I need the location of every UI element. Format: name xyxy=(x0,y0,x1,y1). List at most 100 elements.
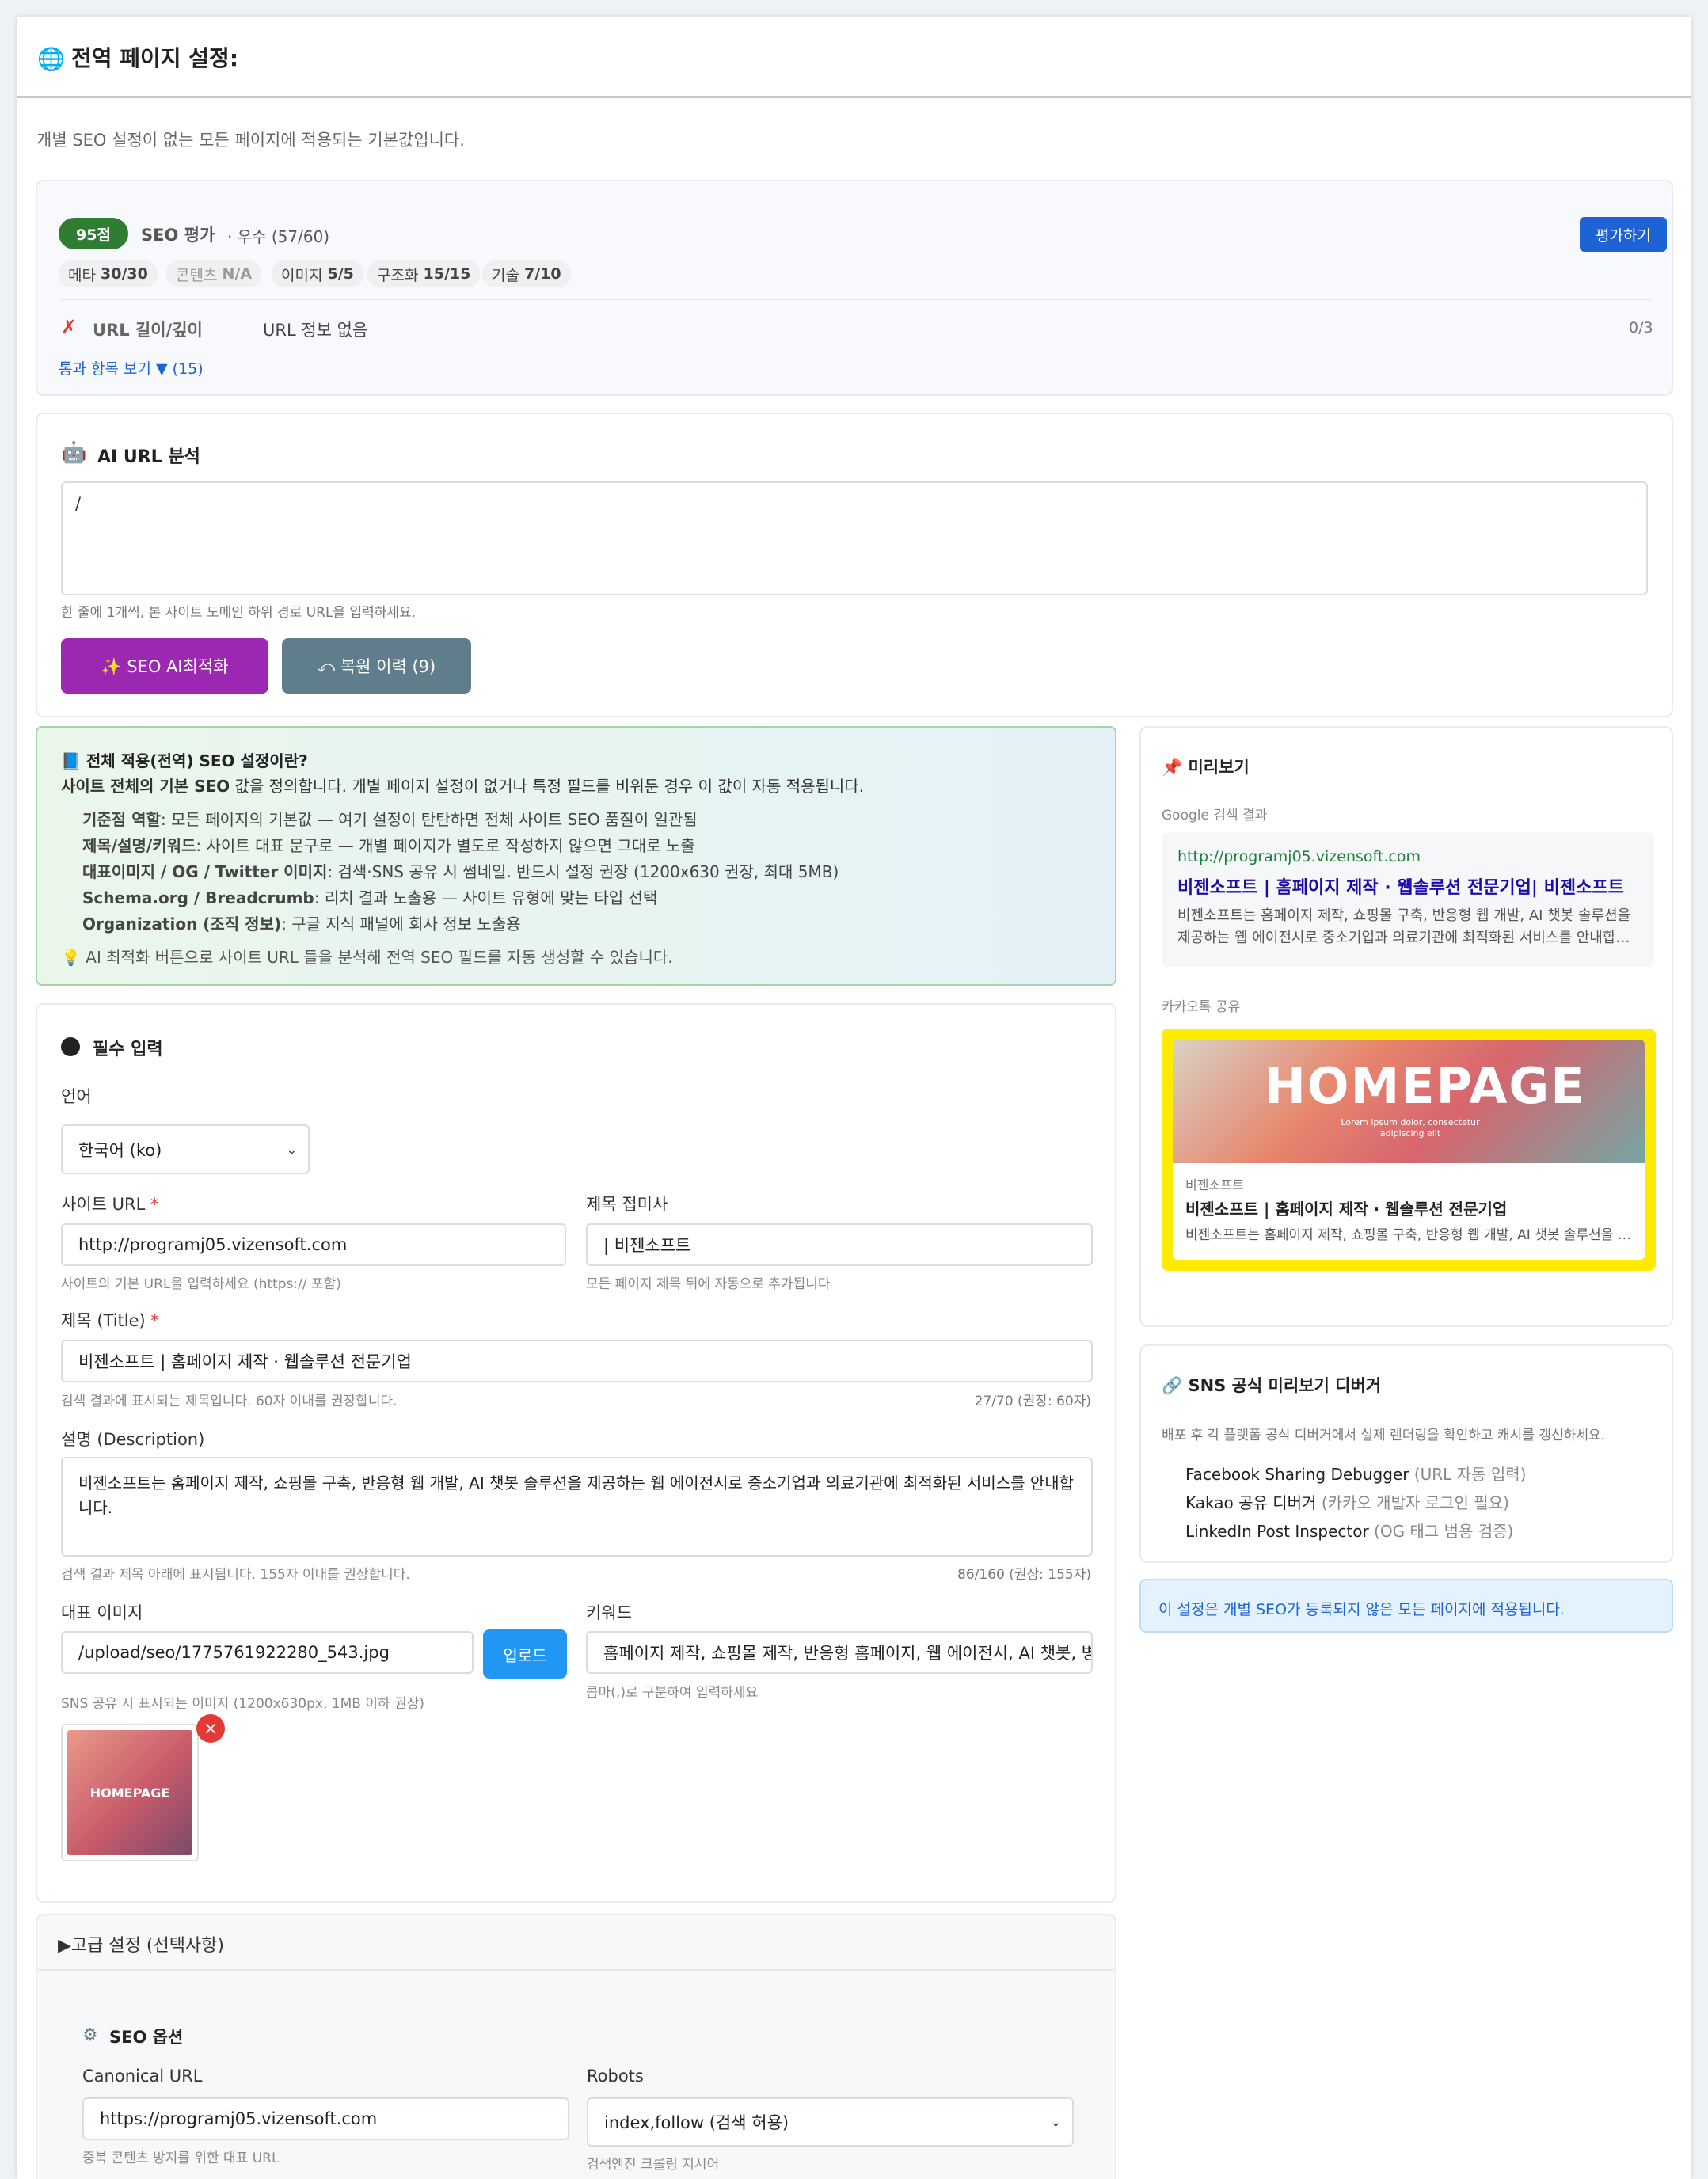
site-url-hint: 사이트의 기본 URL을 입력하세요 (https:// 포함) xyxy=(61,1276,341,1292)
info-lead: 사이트 전체의 기본 SEO 값을 정의합니다. 개별 페이지 설정이 없거나 … xyxy=(61,777,865,796)
facebook-debugger-link[interactable]: Facebook Sharing Debugger (URL 자동 입력) xyxy=(1185,1462,1526,1485)
description-textarea[interactable]: 비젠소프트는 홈페이지 제작, 쇼핑몰 구축, 반응형 웹 개발, AI 챗봇 … xyxy=(61,1457,1093,1557)
pill-image: 이미지 5/5 xyxy=(272,260,363,287)
image-hint: SNS 공유 시 표시되는 이미지 (1200x630px, 1MB 이하 권장… xyxy=(61,1696,424,1712)
preview-title: 📌 미리보기 xyxy=(1162,758,1250,777)
evaluate-button[interactable]: 평가하기 xyxy=(1580,217,1667,252)
seo-eval-grade: · 우수 (57/60) xyxy=(227,227,330,246)
pill-content: 콘텐츠 N/A xyxy=(166,260,262,287)
kakao-preview: HOMEPAGE Lorem ipsum dolor, consectetur … xyxy=(1162,1029,1656,1271)
canonical-label: Canonical URL xyxy=(82,2067,203,2086)
suffix-input[interactable]: | 비젠소프트 xyxy=(586,1223,1093,1266)
upload-button[interactable]: 업로드 xyxy=(483,1629,567,1679)
section-title: 필수 입력 xyxy=(93,1040,163,1059)
close-icon: × xyxy=(203,1718,219,1739)
seo-eval-label: SEO 평가 xyxy=(141,226,215,245)
thumbnail-image: HOMEPAGE xyxy=(67,1730,192,1855)
language-select[interactable]: 한국어 (ko) ⌄ xyxy=(61,1124,310,1174)
description-hint: 검색 결과 제목 아래에 표시됩니다. 155자 이내를 권장합니다. xyxy=(61,1567,410,1583)
remove-image-button[interactable]: × xyxy=(196,1714,225,1743)
google-title: 비젠소프트 | 홈페이지 제작 · 웹솔루션 전문기업| 비젠소프트 xyxy=(1177,878,1624,898)
ai-card-title: AI URL 분석 xyxy=(97,447,200,467)
page-header: 🌐 전역 페이지 설정: xyxy=(17,17,1691,98)
keywords-label: 키워드 xyxy=(586,1603,632,1622)
suffix-label: 제목 접미사 xyxy=(586,1195,668,1214)
required-input-card: 필수 입력 언어 한국어 (ko) ⌄ 사이트 URL * http://prog… xyxy=(36,1003,1116,1903)
fail-item-detail: URL 정보 없음 xyxy=(263,321,368,340)
page-subtitle: 개별 SEO 설정이 없는 모든 페이지에 적용되는 기본값입니다. xyxy=(36,131,465,150)
pill-meta: 메타 30/30 xyxy=(59,260,158,287)
sns-desc: 배포 후 각 플랫폼 공식 디버거에서 실제 렌더링을 확인하고 캐시를 갱신하… xyxy=(1162,1428,1605,1443)
restore-history-button[interactable]: ⤺ 복원 이력 (9) xyxy=(282,638,471,694)
advanced-toggle[interactable]: ▶고급 설정 (선택사항) xyxy=(37,1915,1115,1971)
canonical-hint: 중복 콘텐츠 방지를 위한 대표 URL xyxy=(82,2150,280,2166)
google-url: http://programj05.vizensoft.com xyxy=(1177,848,1421,865)
page-title: 전역 페이지 설정: xyxy=(71,45,239,71)
title-hint: 검색 결과에 표시되는 제목입니다. 60자 이내를 권장합니다. xyxy=(61,1394,398,1409)
info-tip: 💡 AI 최적화 버튼으로 사이트 URL 들을 분석해 전역 SEO 필드를 … xyxy=(61,948,673,967)
google-label: Google 검색 결과 xyxy=(1162,808,1268,823)
kakao-card: HOMEPAGE Lorem ipsum dolor, consectetur … xyxy=(1173,1040,1645,1260)
kakao-image: HOMEPAGE Lorem ipsum dolor, consectetur … xyxy=(1173,1040,1645,1163)
settings-panel: 🌐 전역 페이지 설정: 개별 SEO 설정이 없는 모든 페이지에 적용되는 … xyxy=(17,17,1691,2179)
passed-items-link[interactable]: 통과 항목 보기 ▼ (15) xyxy=(59,357,204,378)
info-item: 대표이미지 / OG / Twitter 이미지: 검색·SNS 공유 시 썸네… xyxy=(82,862,839,881)
canonical-input[interactable]: https://programj05.vizensoft.com xyxy=(82,2097,569,2140)
pill-structure: 구조화 15/15 xyxy=(367,260,481,287)
score-badge: 95점 xyxy=(59,218,128,249)
keywords-hint: 콤마(,)로 구분하여 입력하세요 xyxy=(586,1685,759,1701)
preview-card: 📌 미리보기 Google 검색 결과 http://programj05.vi… xyxy=(1139,726,1673,1327)
google-preview: http://programj05.vizensoft.com 비젠소프트 | … xyxy=(1162,832,1654,967)
title-input[interactable]: 비젠소프트 | 홈페이지 제작 · 웹솔루션 전문기업 xyxy=(61,1340,1093,1382)
info-item: 제목/설명/키워드: 사이트 대표 문구로 — 개별 페이지가 별도로 작성하지… xyxy=(82,836,695,855)
image-label: 대표 이미지 xyxy=(61,1603,143,1622)
title-char-count: 27/70 (권장: 60자) xyxy=(974,1394,1091,1409)
site-url-input[interactable]: http://programj05.vizensoft.com xyxy=(61,1223,566,1266)
global-apply-notice: 이 설정은 개별 SEO가 등록되지 않은 모든 페이지에 적용됩니다. xyxy=(1139,1579,1673,1633)
fail-icon: ✗ xyxy=(61,316,78,338)
advanced-settings-panel: ▶고급 설정 (선택사항) ⚙ SEO 옵션 Canonical URL htt… xyxy=(36,1914,1116,2179)
site-url-label: 사이트 URL * xyxy=(61,1195,159,1214)
globe-icon: 🌐 xyxy=(37,46,65,72)
url-textarea-hint: 한 줄에 1개씩, 본 사이트 도메인 하위 경로 URL을 입력하세요. xyxy=(61,605,417,621)
chevron-down-icon: ⌄ xyxy=(1050,2114,1061,2130)
kakao-label: 카카오톡 공유 xyxy=(1162,999,1241,1015)
language-label: 언어 xyxy=(61,1087,92,1106)
thumbnail-text: HOMEPAGE xyxy=(89,1785,170,1801)
pill-tech: 기술 7/10 xyxy=(482,260,571,287)
image-path-input[interactable]: /upload/seo/1775761922280_543.jpg xyxy=(61,1631,474,1674)
info-item: Schema.org / Breadcrumb: 리치 결과 노출용 — 사이트… xyxy=(82,888,658,907)
kakao-image-sub: Lorem ipsum dolor, consectetur adipiscin… xyxy=(1341,1117,1480,1139)
linkedin-inspector-link[interactable]: LinkedIn Post Inspector (OG 태그 범용 검증) xyxy=(1185,1519,1513,1542)
chevron-down-icon: ⌄ xyxy=(286,1142,297,1157)
url-textarea[interactable]: / xyxy=(61,481,1648,595)
kakao-debugger-link[interactable]: Kakao 공유 디버거 (카카오 개발자 로그인 필요) xyxy=(1185,1490,1509,1513)
image-thumbnail-frame: HOMEPAGE xyxy=(61,1724,199,1861)
description-char-count: 86/160 (권장: 155자) xyxy=(957,1567,1091,1583)
google-desc: 비젠소프트는 홈페이지 제작, 쇼핑몰 구축, 반응형 웹 개발, AI 챗봇 … xyxy=(1177,907,1631,946)
kakao-desc: 비젠소프트는 홈페이지 제작, 쇼핑몰 구축, 반응형 웹 개발, AI 챗봇 … xyxy=(1185,1227,1631,1243)
seo-eval-card: 95점 SEO 평가 · 우수 (57/60) 평가하기 메타 30/30 콘텐… xyxy=(36,180,1673,396)
info-title: 📘 전체 적용(전역) SEO 설정이란? xyxy=(61,751,308,770)
global-seo-info-box: 📘 전체 적용(전역) SEO 설정이란? 사이트 전체의 기본 SEO 값을 … xyxy=(36,726,1116,986)
title-label: 제목 (Title) * xyxy=(61,1311,159,1330)
seo-options-title: SEO 옵션 xyxy=(109,2028,184,2047)
kakao-site: 비젠소프트 xyxy=(1185,1177,1244,1192)
keywords-input[interactable]: 홈페이지 제작, 쇼핑몰 제작, 반응형 홈페이지, 웹 에이전시, AI 챗봇… xyxy=(586,1631,1093,1674)
dot-icon xyxy=(61,1037,80,1056)
seo-ai-optimize-button[interactable]: ✨ SEO AI최적화 xyxy=(61,638,268,694)
info-item: Organization (조직 정보): 구글 지식 패널에 회사 정보 노출… xyxy=(82,915,521,934)
fail-item-name: URL 길이/깊이 xyxy=(93,321,203,340)
robots-select[interactable]: index,follow (검색 허용) ⌄ xyxy=(587,2097,1074,2147)
description-label: 설명 (Description) xyxy=(61,1430,205,1449)
robot-icon: 🤖 xyxy=(61,441,87,465)
fail-item-score: 0/3 xyxy=(1629,319,1653,337)
suffix-hint: 모든 페이지 제목 뒤에 자동으로 추가됩니다 xyxy=(586,1276,831,1292)
gear-icon: ⚙ xyxy=(82,2025,98,2045)
kakao-image-text: HOMEPAGE xyxy=(1265,1057,1586,1115)
ai-url-card: 🤖 AI URL 분석 / 한 줄에 1개씩, 본 사이트 도메인 하위 경로 … xyxy=(36,413,1673,717)
divider xyxy=(59,299,1653,300)
info-item: 기준점 역할: 모든 페이지의 기본값 — 여기 설정이 탄탄하면 전체 사이트… xyxy=(82,810,698,829)
sns-title: 🔗 SNS 공식 미리보기 디버거 xyxy=(1162,1376,1382,1395)
kakao-title: 비젠소프트 | 홈페이지 제작 · 웹솔루션 전문기업 xyxy=(1185,1200,1508,1219)
